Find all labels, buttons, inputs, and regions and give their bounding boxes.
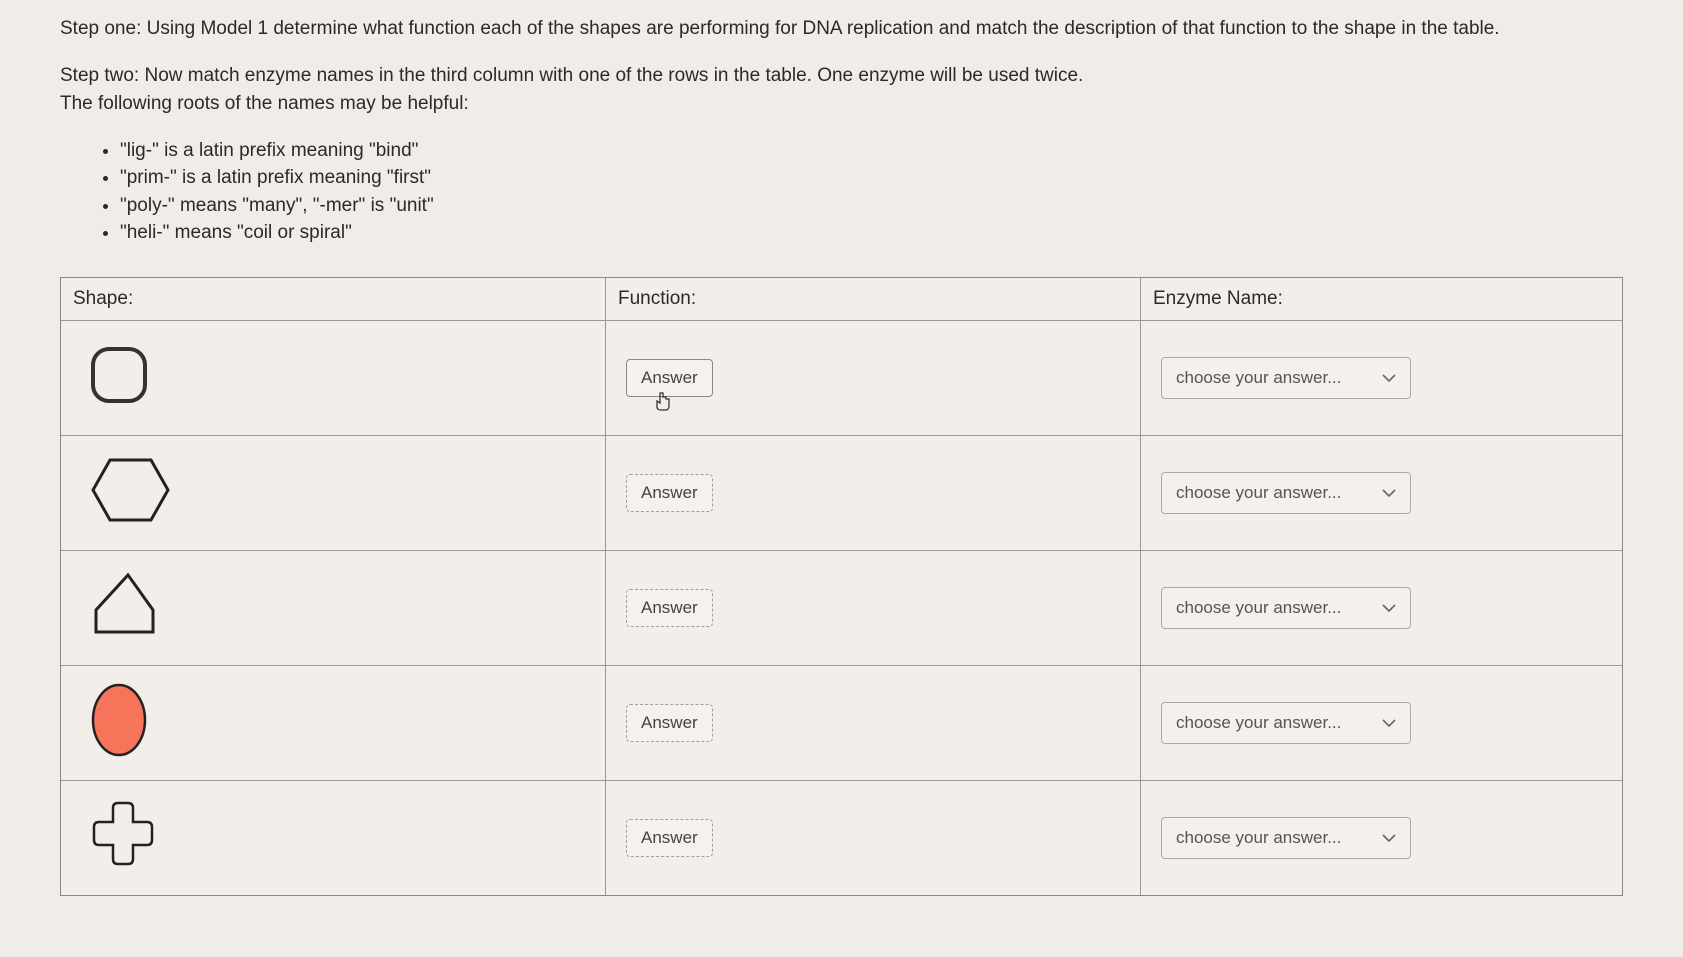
answer-button[interactable]: Answer <box>626 589 713 627</box>
chevron-down-icon <box>1382 603 1396 613</box>
hexagon-icon <box>73 455 173 531</box>
quadrilateral-icon <box>73 570 163 646</box>
enzyme-select[interactable]: choose your answer... <box>1161 357 1411 399</box>
answer-button[interactable]: Answer <box>626 474 713 512</box>
step-two-text: Step two: Now match enzyme names in the … <box>60 62 1623 119</box>
step-one-text: Step one: Using Model 1 determine what f… <box>60 15 1623 44</box>
function-cell: Answer <box>606 781 1141 895</box>
enzyme-select[interactable]: choose your answer... <box>1161 472 1411 514</box>
step-two-line1: Step two: Now match enzyme names in the … <box>60 65 1083 86</box>
function-cell: Answer <box>606 321 1141 435</box>
step-two-line2: The following roots of the names may be … <box>60 93 469 114</box>
worksheet-page: Step one: Using Model 1 determine what f… <box>0 0 1683 916</box>
enzyme-select[interactable]: choose your answer... <box>1161 702 1411 744</box>
enzyme-cell: choose your answer... <box>1141 666 1622 780</box>
hints-list: "lig-" is a latin prefix meaning "bind" … <box>60 137 1623 247</box>
chevron-down-icon <box>1382 833 1396 843</box>
answer-button[interactable]: Answer <box>626 704 713 742</box>
table-row: Answer choose your answer... <box>61 781 1622 895</box>
header-function: Function: <box>606 278 1141 320</box>
instructions-block: Step one: Using Model 1 determine what f… <box>60 15 1623 247</box>
enzyme-cell: choose your answer... <box>1141 551 1622 665</box>
rounded-square-icon <box>73 344 150 412</box>
table-row: Answer choose your answer... <box>61 666 1622 781</box>
function-cell: Answer <box>606 436 1141 550</box>
table-row: Answer choose your answer... <box>61 551 1622 666</box>
pointer-cursor-icon <box>654 391 672 417</box>
hint-item: "poly-" means "many", "-mer" is "unit" <box>120 192 1623 220</box>
function-cell: Answer <box>606 666 1141 780</box>
chevron-down-icon <box>1382 373 1396 383</box>
table-row: Answer choose your answer... <box>61 436 1622 551</box>
shape-cell <box>61 321 606 435</box>
header-shape: Shape: <box>61 278 606 320</box>
table-header-row: Shape: Function: Enzyme Name: <box>61 278 1622 321</box>
filled-oval-icon <box>73 681 150 765</box>
select-placeholder: choose your answer... <box>1176 368 1341 388</box>
select-placeholder: choose your answer... <box>1176 598 1341 618</box>
hint-item: "heli-" means "coil or spiral" <box>120 219 1623 247</box>
select-placeholder: choose your answer... <box>1176 483 1341 503</box>
select-placeholder: choose your answer... <box>1176 828 1341 848</box>
chevron-down-icon <box>1382 488 1396 498</box>
function-cell: Answer <box>606 551 1141 665</box>
enzyme-cell: choose your answer... <box>1141 321 1622 435</box>
hint-item: "prim-" is a latin prefix meaning "first… <box>120 164 1623 192</box>
shapes-table: Shape: Function: Enzyme Name: Answer <box>60 277 1623 896</box>
chevron-down-icon <box>1382 718 1396 728</box>
shape-cell <box>61 666 606 780</box>
select-placeholder: choose your answer... <box>1176 713 1341 733</box>
shape-cell <box>61 781 606 895</box>
enzyme-select[interactable]: choose your answer... <box>1161 817 1411 859</box>
answer-button[interactable]: Answer <box>626 819 713 857</box>
enzyme-cell: choose your answer... <box>1141 436 1622 550</box>
table-row: Answer choose your answer... <box>61 321 1622 436</box>
shape-cell <box>61 551 606 665</box>
enzyme-cell: choose your answer... <box>1141 781 1622 895</box>
enzyme-select[interactable]: choose your answer... <box>1161 587 1411 629</box>
cross-icon <box>73 800 158 876</box>
hint-item: "lig-" is a latin prefix meaning "bind" <box>120 137 1623 165</box>
shape-cell <box>61 436 606 550</box>
header-enzyme: Enzyme Name: <box>1141 278 1622 320</box>
